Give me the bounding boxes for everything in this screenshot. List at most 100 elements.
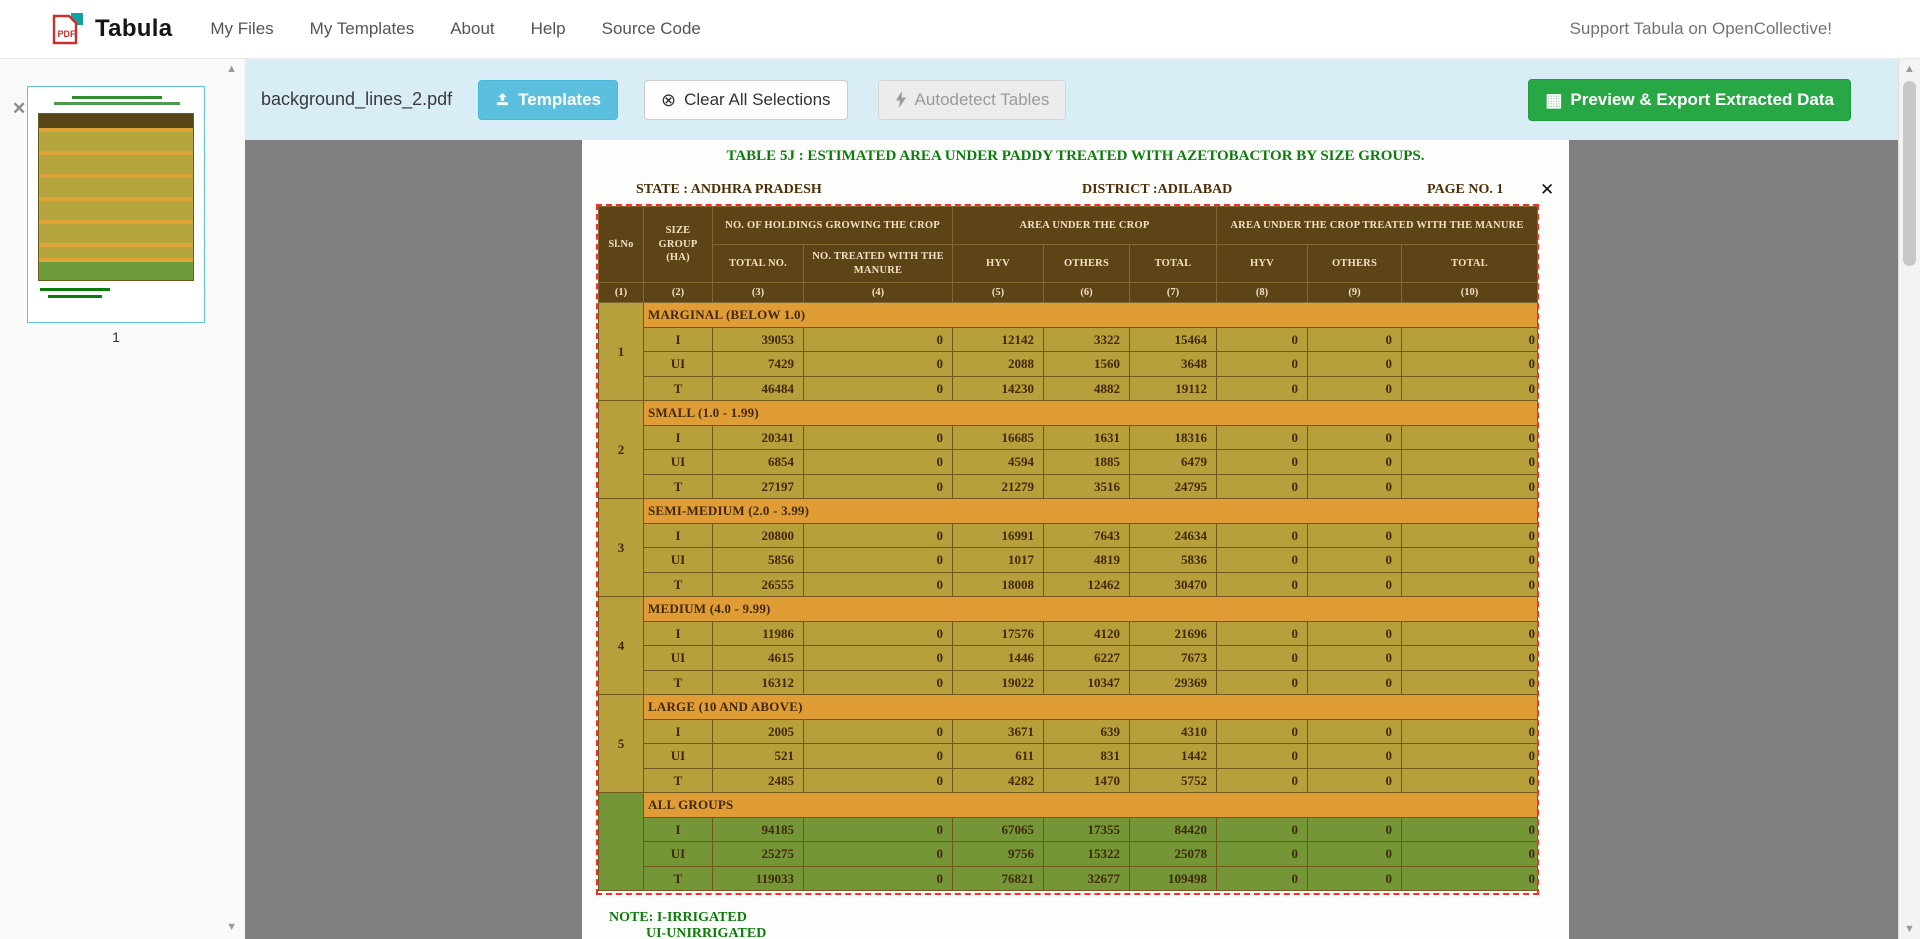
preview-export-button[interactable]: ▦ Preview & Export Extracted Data bbox=[1528, 79, 1851, 121]
value-cell: 1446 bbox=[953, 646, 1044, 671]
scrollbar-down-icon[interactable]: ▼ bbox=[1899, 923, 1920, 935]
col-number: (2) bbox=[644, 283, 713, 303]
row-label-cell: I bbox=[644, 621, 713, 646]
remove-selection-button[interactable]: ✕ bbox=[1540, 180, 1554, 200]
value-cell: 4310 bbox=[1130, 719, 1217, 744]
value-cell: 4882 bbox=[1044, 376, 1130, 401]
scrollbar-thumb[interactable] bbox=[1903, 81, 1916, 266]
value-cell: 6854 bbox=[713, 450, 804, 475]
value-cell: 0 bbox=[804, 719, 953, 744]
value-cell: 6227 bbox=[1044, 646, 1130, 671]
value-cell: 0 bbox=[1402, 523, 1538, 548]
value-cell: 831 bbox=[1044, 744, 1130, 769]
value-cell: 3322 bbox=[1044, 327, 1130, 352]
page-sidebar: ✕ 1 ▲ ▼ bbox=[0, 59, 245, 939]
value-cell: 94185 bbox=[713, 817, 804, 842]
col-number: (4) bbox=[804, 283, 953, 303]
value-cell: 1017 bbox=[953, 548, 1044, 573]
subheader: NO. TREATED WITH THE MANURE bbox=[804, 245, 953, 283]
value-cell: 0 bbox=[804, 450, 953, 475]
row-label-cell: I bbox=[644, 719, 713, 744]
table-data-row: UI74290208815603648000 bbox=[599, 352, 1538, 377]
value-cell: 0 bbox=[1402, 572, 1538, 597]
clear-selections-button[interactable]: ⊗ Clear All Selections bbox=[644, 80, 848, 120]
value-cell: 76821 bbox=[953, 866, 1044, 891]
document-note-1: NOTE: I-IRRIGATED bbox=[609, 910, 747, 926]
value-cell: 0 bbox=[1217, 548, 1308, 573]
value-cell: 639 bbox=[1044, 719, 1130, 744]
document-meta: STATE : ANDHRA PRADESH DISTRICT :ADILABA… bbox=[582, 182, 1569, 202]
thumbnail-note-line bbox=[48, 295, 102, 298]
value-cell: 24634 bbox=[1130, 523, 1217, 548]
thumbnail-note-line bbox=[40, 288, 110, 291]
size-group-section-label: MARGINAL (BELOW 1.0) bbox=[644, 303, 1538, 328]
value-cell: 0 bbox=[1308, 376, 1402, 401]
header-slno: Sl.No bbox=[599, 207, 644, 283]
value-cell: 109498 bbox=[1130, 866, 1217, 891]
value-cell: 16685 bbox=[953, 425, 1044, 450]
row-label-cell: I bbox=[644, 327, 713, 352]
open-filename: background_lines_2.pdf bbox=[261, 89, 452, 110]
value-cell: 0 bbox=[1308, 523, 1402, 548]
value-cell: 0 bbox=[1217, 523, 1308, 548]
toolbar: background_lines_2.pdf Templates ⊗ Clear… bbox=[245, 59, 1898, 140]
value-cell: 39053 bbox=[713, 327, 804, 352]
size-group-section-label: SEMI-MEDIUM (2.0 - 3.99) bbox=[644, 499, 1538, 524]
value-cell: 10347 bbox=[1044, 670, 1130, 695]
row-label-cell: UI bbox=[644, 450, 713, 475]
thumbnail-table bbox=[38, 113, 194, 281]
value-cell: 0 bbox=[1217, 474, 1308, 499]
clear-circle-icon: ⊗ bbox=[661, 91, 676, 109]
document-title: TABLE 5J : ESTIMATED AREA UNDER PADDY TR… bbox=[582, 148, 1569, 165]
value-cell: 0 bbox=[1217, 670, 1308, 695]
value-cell: 1470 bbox=[1044, 768, 1130, 793]
support-link[interactable]: Support Tabula on OpenCollective! bbox=[1570, 19, 1832, 39]
sidebar-scroll-down-icon[interactable]: ▼ bbox=[226, 921, 237, 933]
remove-file-icon[interactable]: ✕ bbox=[12, 99, 26, 119]
pdf-table: Sl.No SIZE GROUP (HA) NO. OF HOLDINGS GR… bbox=[598, 206, 1538, 891]
vertical-scrollbar[interactable]: ▲ ▼ bbox=[1898, 59, 1920, 939]
value-cell: 30470 bbox=[1130, 572, 1217, 597]
nav-item-help[interactable]: Help bbox=[531, 19, 566, 39]
value-cell: 21279 bbox=[953, 474, 1044, 499]
row-label-cell: UI bbox=[644, 352, 713, 377]
value-cell: 0 bbox=[1217, 572, 1308, 597]
value-cell: 20800 bbox=[713, 523, 804, 548]
value-cell: 0 bbox=[1402, 646, 1538, 671]
autodetect-tables-button[interactable]: Autodetect Tables bbox=[878, 80, 1067, 120]
value-cell: 67065 bbox=[953, 817, 1044, 842]
navbar: PDF Tabula My Files My Templates About H… bbox=[0, 0, 1920, 59]
value-cell: 4615 bbox=[713, 646, 804, 671]
value-cell: 0 bbox=[1217, 768, 1308, 793]
sidebar-scroll-up-icon[interactable]: ▲ bbox=[226, 63, 237, 75]
templates-button[interactable]: Templates bbox=[478, 80, 618, 120]
slno-cell: 5 bbox=[599, 695, 644, 793]
table-data-row: T163120190221034729369000 bbox=[599, 670, 1538, 695]
nav-item-my-files[interactable]: My Files bbox=[210, 19, 273, 39]
value-cell: 0 bbox=[1402, 450, 1538, 475]
nav-item-source-code[interactable]: Source Code bbox=[602, 19, 701, 39]
scrollbar-up-icon[interactable]: ▲ bbox=[1899, 63, 1920, 75]
value-cell: 0 bbox=[1402, 548, 1538, 573]
brand-link[interactable]: PDF Tabula bbox=[49, 11, 172, 47]
table-data-row: UI52106118311442000 bbox=[599, 744, 1538, 769]
value-cell: 2005 bbox=[713, 719, 804, 744]
row-label-cell: T bbox=[644, 670, 713, 695]
page-thumbnail[interactable] bbox=[27, 86, 205, 323]
value-cell: 20341 bbox=[713, 425, 804, 450]
value-cell: 0 bbox=[804, 523, 953, 548]
value-cell: 0 bbox=[804, 572, 953, 597]
size-group-section-label: MEDIUM (4.0 - 9.99) bbox=[644, 597, 1538, 622]
slno-cell: 4 bbox=[599, 597, 644, 695]
value-cell: 19112 bbox=[1130, 376, 1217, 401]
value-cell: 2088 bbox=[953, 352, 1044, 377]
value-cell: 12142 bbox=[953, 327, 1044, 352]
nav-item-about[interactable]: About bbox=[450, 19, 494, 39]
value-cell: 0 bbox=[1308, 670, 1402, 695]
document-viewer: TABLE 5J : ESTIMATED AREA UNDER PADDY TR… bbox=[245, 140, 1898, 939]
nav-item-my-templates[interactable]: My Templates bbox=[310, 19, 415, 39]
size-group-section-label: LARGE (10 AND ABOVE) bbox=[644, 695, 1538, 720]
value-cell: 0 bbox=[804, 670, 953, 695]
value-cell: 15322 bbox=[1044, 842, 1130, 867]
col-number: (9) bbox=[1308, 283, 1402, 303]
